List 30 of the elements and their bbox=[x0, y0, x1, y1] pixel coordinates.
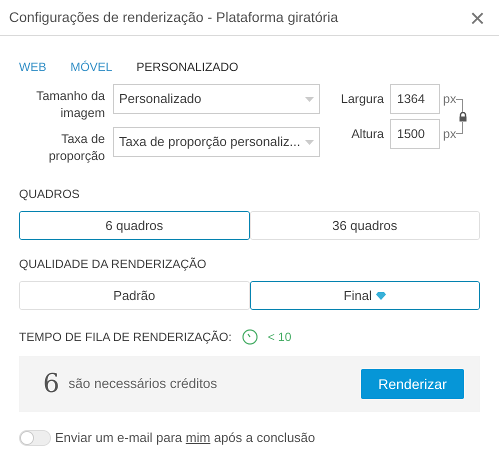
window-title: Configurações de renderização - Plataforma giratória bbox=[9, 8, 338, 27]
caret-icon bbox=[305, 96, 314, 102]
credit-count: 6 bbox=[43, 368, 60, 400]
close-button[interactable]: × bbox=[470, 4, 485, 30]
unit-label: px bbox=[443, 90, 456, 108]
dimension-field[interactable]: 1364 bbox=[390, 84, 440, 114]
credits-text: são necessários créditos bbox=[68, 374, 218, 393]
image-size-select[interactable]: Personalizado bbox=[113, 84, 320, 114]
section-title: QUALIDADE DA RENDERIZAÇÃO bbox=[19, 256, 208, 273]
timer-icon bbox=[242, 329, 258, 345]
queue-time: < 10 bbox=[268, 329, 292, 346]
field-label: Tamanho da imagem bbox=[35, 88, 105, 122]
section-title: QUADROS bbox=[19, 186, 81, 203]
toggle-switch[interactable] bbox=[19, 430, 51, 446]
aspect-ratio-select[interactable]: Taxa de proporção personaliz... bbox=[113, 127, 320, 157]
segment-button[interactable]: Padrão bbox=[19, 281, 250, 310]
field-label: Largura bbox=[340, 90, 384, 108]
segment-button[interactable]: 36 quadros bbox=[250, 211, 480, 240]
field-label: Taxa de proporção bbox=[48, 131, 105, 165]
dimension-field[interactable]: 1500 bbox=[390, 119, 440, 149]
segment-button[interactable]: 6 quadros bbox=[19, 211, 250, 240]
field-label: Altura bbox=[350, 126, 384, 143]
segment-button[interactable]: Final bbox=[250, 281, 480, 310]
tab[interactable]: PERSONALIZADO bbox=[136, 58, 238, 76]
caret-icon bbox=[305, 140, 314, 144]
email-text: Enviar um e-mail para mim após a conclusão bbox=[55, 429, 316, 447]
link[interactable]: mim bbox=[186, 430, 210, 445]
lock-icon[interactable] bbox=[458, 112, 468, 122]
unit-label: px bbox=[443, 126, 456, 143]
queue-label: TEMPO DE FILA DE RENDERIZAÇÃO: bbox=[19, 329, 232, 346]
